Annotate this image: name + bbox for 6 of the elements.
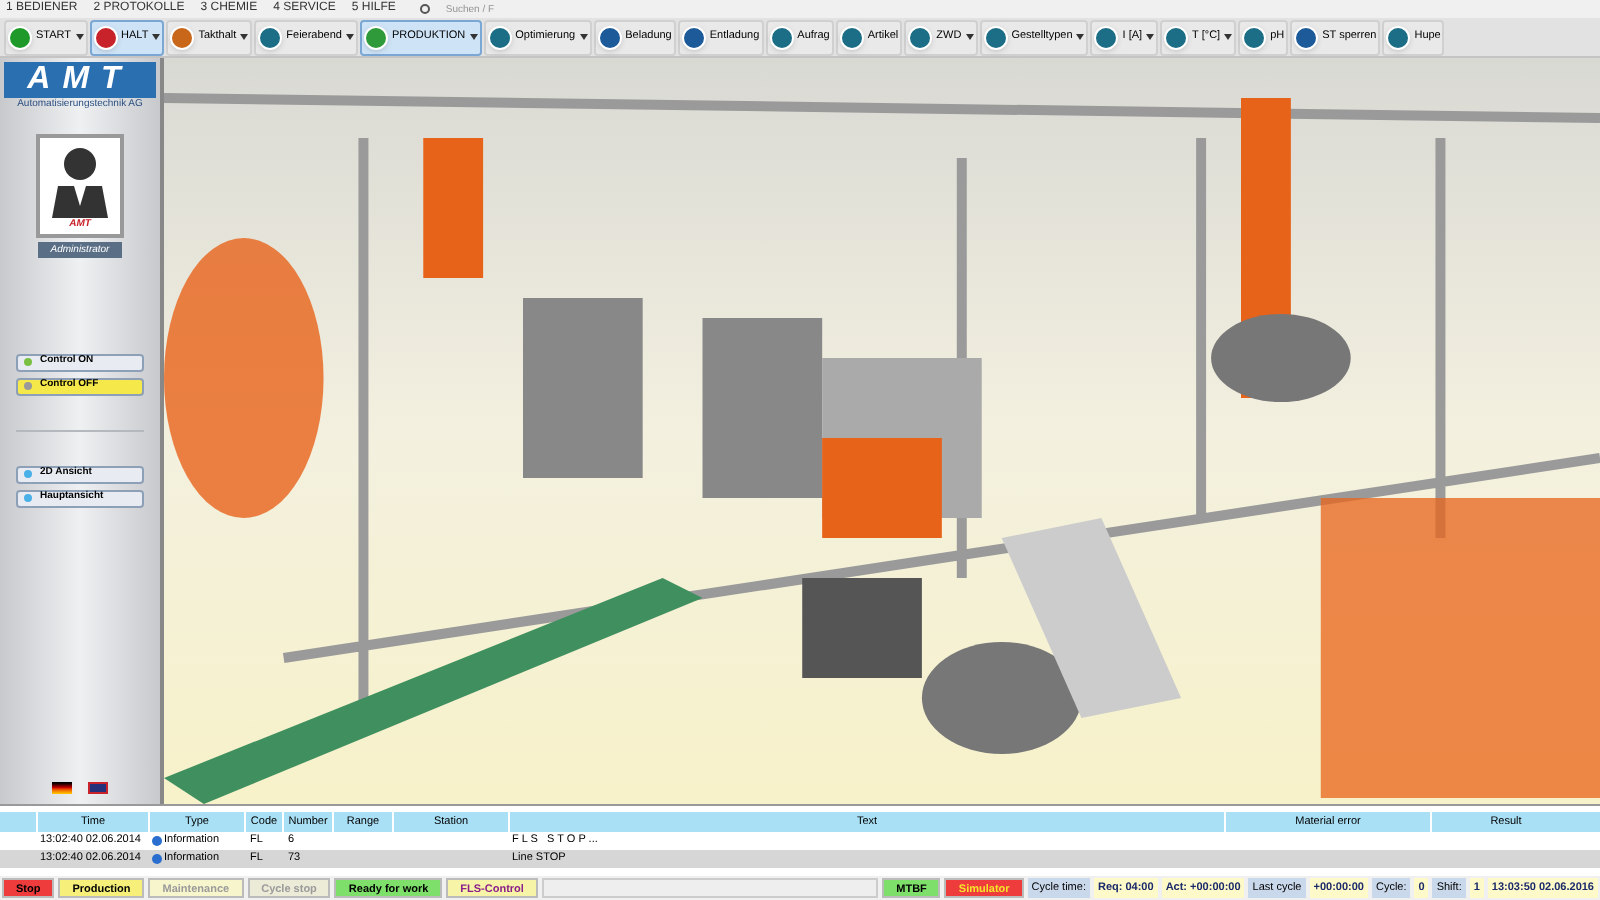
search-icon [419,4,430,14]
view-icon [24,494,32,502]
logo: AMT [4,62,156,98]
view-icon [24,470,32,478]
user-silhouette-icon [50,146,110,218]
german-flag-icon[interactable] [52,782,72,794]
